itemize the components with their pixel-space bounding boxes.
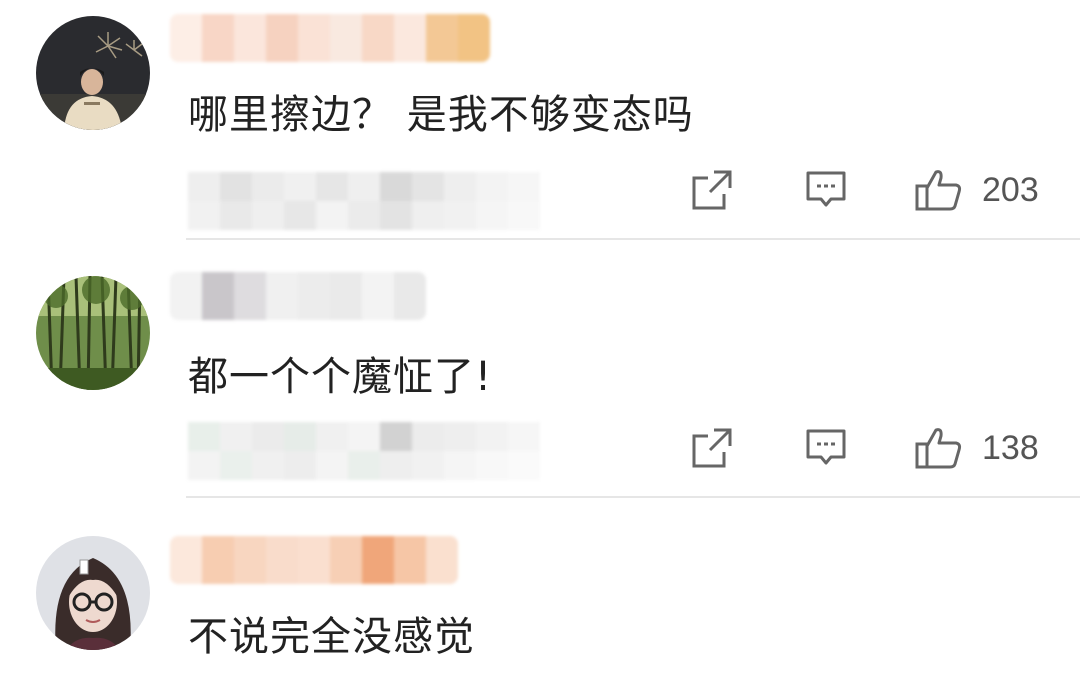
share-button[interactable]	[690, 168, 734, 212]
avatar[interactable]	[36, 276, 150, 390]
comment-icon	[806, 429, 846, 465]
comment-item: 哪里擦边？ 是我不够变态吗 203	[0, 0, 1080, 240]
share-icon	[692, 170, 732, 210]
comment-button[interactable]	[804, 426, 848, 470]
share-button[interactable]	[690, 426, 734, 470]
comment-text: 都一个个魔怔了!	[188, 354, 493, 400]
username-blurred[interactable]	[170, 272, 426, 320]
like-count: 138	[982, 429, 1039, 467]
action-bar: 138	[690, 426, 1050, 470]
thumbs-up-icon	[915, 428, 962, 469]
comment-item: 都一个个魔怔了! 138	[0, 240, 1080, 498]
like-button[interactable]	[914, 168, 964, 212]
like-count: 203	[982, 171, 1039, 209]
username-blurred[interactable]	[170, 14, 490, 62]
timestamp-location-blurred	[188, 422, 548, 480]
action-bar: 203	[690, 168, 1050, 212]
comment-button[interactable]	[804, 168, 848, 212]
avatar[interactable]	[36, 536, 150, 650]
timestamp-location-blurred	[188, 172, 548, 230]
comment-text: 不说完全没感觉	[188, 614, 475, 660]
username-blurred[interactable]	[170, 536, 458, 584]
avatar[interactable]	[36, 16, 150, 130]
comment-icon	[806, 171, 846, 207]
like-button[interactable]	[914, 426, 964, 470]
thumbs-up-icon	[915, 170, 962, 211]
comment-item: 不说完全没感觉	[0, 498, 1080, 688]
comment-text: 哪里擦边？ 是我不够变态吗	[188, 92, 694, 138]
share-icon	[692, 428, 732, 468]
